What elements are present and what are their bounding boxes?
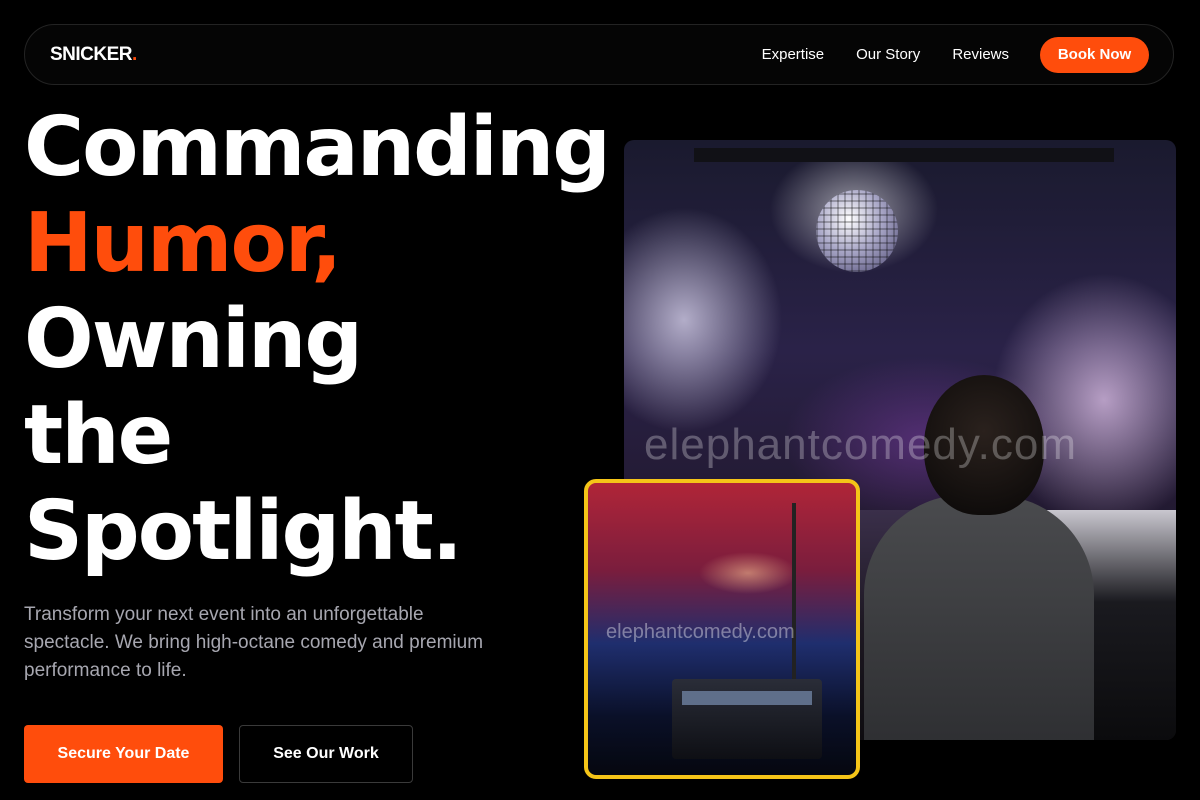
nav-link-expertise[interactable]: Expertise <box>762 45 825 65</box>
console-screen-graphic <box>682 691 812 705</box>
disco-ball-graphic <box>816 190 898 272</box>
hero-headline: Commanding Humor, Owning the Spotlight. <box>24 100 611 580</box>
inset-photo-watermark: elephantcomedy.com <box>606 621 795 643</box>
headline-line-3: Owning <box>24 292 363 387</box>
main-photo-watermark: elephantcomedy.com <box>644 420 1077 469</box>
hero-subtitle: Transform your next event into an unforg… <box>24 604 484 681</box>
lighting-rig <box>694 148 1114 162</box>
headline-line-5: Spotlight. <box>24 484 463 579</box>
nav-link-reviews[interactable]: Reviews <box>952 45 1009 65</box>
headline-line-2-accent: Humor, <box>24 196 342 291</box>
nav-links: Expertise Our Story Reviews <box>762 45 1009 65</box>
hero-inset-photo: elephantcomedy.com <box>584 479 860 779</box>
see-our-work-button[interactable]: See Our Work <box>239 725 413 783</box>
headline-line-4: the <box>24 388 173 483</box>
book-now-button[interactable]: Book Now <box>1040 37 1149 73</box>
navbar: SNICKER. Expertise Our Story Reviews Boo… <box>24 24 1174 85</box>
logo-text: SNICKER <box>50 44 133 65</box>
performer-body-graphic <box>864 495 1094 740</box>
headline-line-1: Commanding <box>24 100 611 195</box>
logo[interactable]: SNICKER. <box>50 44 137 66</box>
landing-page: SNICKER. Expertise Our Story Reviews Boo… <box>0 0 1200 800</box>
nav-link-our-story[interactable]: Our Story <box>856 45 920 65</box>
secure-your-date-button[interactable]: Secure Your Date <box>24 725 223 783</box>
mic-stand-graphic <box>792 503 796 703</box>
logo-dot: . <box>132 44 137 65</box>
